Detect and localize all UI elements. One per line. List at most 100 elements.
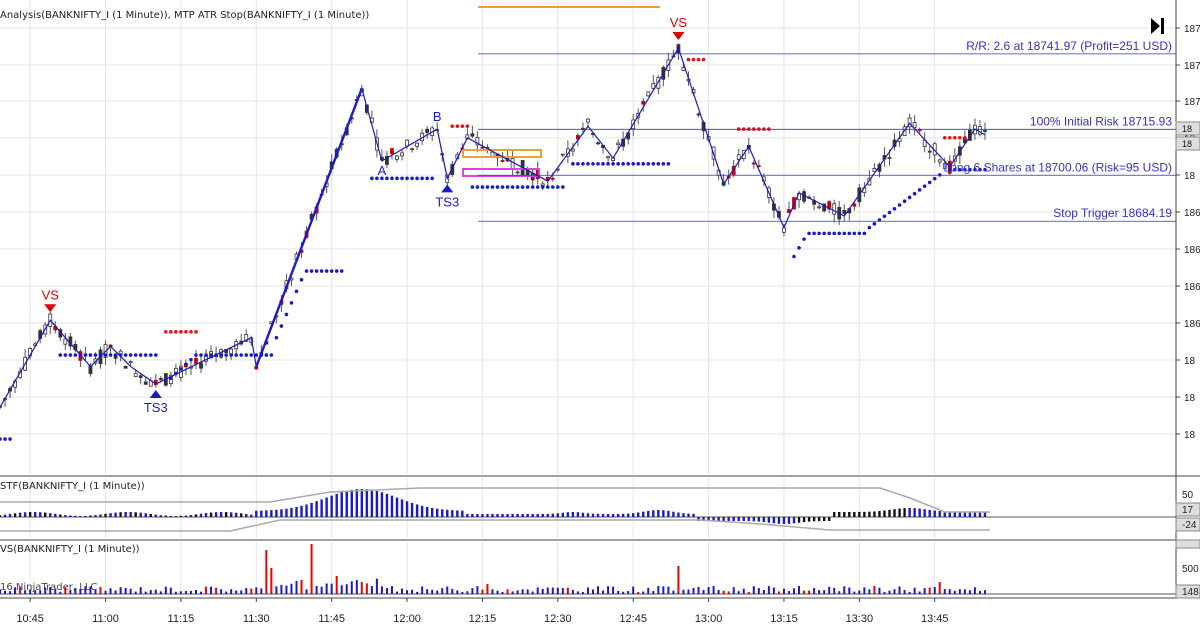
volume-bar: [275, 586, 278, 594]
oscillator-bar: [265, 510, 268, 517]
oscillator-bar: [802, 517, 806, 523]
oscillator-bar: [742, 517, 745, 522]
level-label: Stop Trigger 18684.19: [1053, 206, 1172, 220]
volume-bar: [903, 590, 906, 594]
oscillator-bar: [767, 517, 771, 523]
oscillator-bar: [531, 513, 534, 517]
volume-bar: [898, 586, 901, 594]
wave-line: [0, 46, 986, 408]
volume-bar: [385, 588, 388, 594]
oscillator-bar: [315, 501, 318, 517]
volume-bar: [742, 588, 745, 594]
candle-body: [570, 148, 575, 152]
volume-bar: [189, 590, 192, 594]
atr-stop-long-dot: [475, 185, 480, 189]
volume-bar: [818, 590, 821, 594]
candle-body: [470, 133, 475, 137]
atr-stop-long-dot: [68, 353, 73, 357]
atr-stop-short-dot: [942, 135, 947, 140]
play-icon[interactable]: [1149, 16, 1165, 36]
volume-bar: [782, 588, 785, 594]
oscillator-bar: [667, 510, 670, 517]
atr-stop-long-dot: [596, 162, 600, 166]
atr-stop-short-dot: [691, 57, 696, 62]
oscillator-bar: [677, 512, 680, 517]
volume-bar: [933, 587, 936, 594]
atr-stop-long-dot: [937, 173, 942, 177]
atr-stop-long-dot: [887, 210, 892, 215]
volume-bar: [963, 589, 966, 594]
x-tick-label: 11:00: [92, 613, 119, 625]
volume-bar: [119, 587, 122, 594]
atr-stop-long-dot: [249, 353, 254, 357]
oscillator-bar: [838, 511, 841, 517]
oscillator-bar: [436, 508, 439, 517]
volume-bar: [667, 586, 670, 594]
oscillator-bar: [596, 513, 600, 517]
volume-bar: [345, 584, 348, 594]
volume-bar: [617, 590, 620, 594]
oscillator-bar: [883, 510, 886, 517]
atr-stop-long-dot: [179, 367, 183, 371]
stf-axis-label: -24: [1182, 520, 1197, 531]
atr-stop-long-dot: [495, 185, 500, 189]
oscillator-bar: [792, 517, 796, 524]
atr-stop-long-dot: [550, 185, 555, 189]
volume-bar: [210, 586, 213, 594]
oscillator-bar: [938, 511, 941, 517]
oscillator-bar: [420, 505, 424, 517]
oscillator-bar: [928, 509, 931, 517]
price-tick-label: 187: [1184, 97, 1200, 108]
volume-bar: [958, 589, 961, 594]
volume-bar: [833, 587, 836, 594]
oscillator-bar: [18, 512, 22, 517]
wave-layer: [0, 46, 986, 408]
atr-stop-long-dot: [324, 269, 329, 273]
volume-bar: [707, 586, 710, 594]
x-tick-label: 12:30: [544, 613, 572, 625]
oscillator-bar: [858, 511, 861, 517]
volume-bar: [205, 586, 208, 594]
oscillator-bar: [441, 509, 444, 517]
volume-bar: [390, 586, 393, 594]
atr-stop-short-dot: [450, 124, 455, 129]
level-label: Long 6 Shares at 18700.06 (Risk=95 USD): [944, 160, 1172, 174]
volume-bar: [421, 586, 424, 594]
candle-body: [415, 142, 420, 147]
wave-label: TS3: [435, 194, 459, 209]
volume-bar: [672, 590, 675, 594]
volume-bar: [526, 589, 529, 594]
atr-stop-long-dot: [797, 246, 801, 250]
oscillator-bar: [717, 517, 720, 522]
oscillator-bar: [290, 507, 293, 517]
atr-stop-long-dot: [882, 214, 887, 219]
atr-stop-long-dot: [656, 162, 661, 166]
volume-bar: [139, 587, 142, 594]
oscillator-bar: [330, 495, 333, 517]
oscillator-bar: [722, 517, 725, 522]
oscillator-bar: [8, 513, 12, 517]
price-tick-label: 187: [1184, 61, 1200, 72]
oscillator-bar: [310, 502, 313, 517]
candle-body: [927, 150, 932, 153]
volume-bar: [597, 586, 600, 594]
volume-bar: [114, 590, 117, 594]
oscillator-bar: [425, 506, 429, 517]
candle-body: [410, 148, 414, 151]
atr-stop-long-dot: [576, 162, 580, 166]
atr-stop-long-dot: [133, 353, 138, 357]
candle-body: [158, 378, 163, 380]
candle-body: [500, 160, 505, 162]
oscillator-bar: [234, 512, 238, 517]
atr-stop-long-dot: [480, 185, 485, 189]
volume-bar: [496, 590, 499, 594]
volume-bar: [380, 586, 383, 594]
candle-body: [194, 358, 198, 365]
oscillator-bar: [652, 510, 655, 517]
oscillator-bar: [280, 509, 283, 517]
oscillator-bar: [782, 517, 786, 524]
atr-stop-long-dot: [631, 162, 635, 166]
x-tick-label: 11:15: [168, 613, 195, 625]
candle-body: [646, 91, 651, 97]
volume-bar: [295, 580, 298, 594]
